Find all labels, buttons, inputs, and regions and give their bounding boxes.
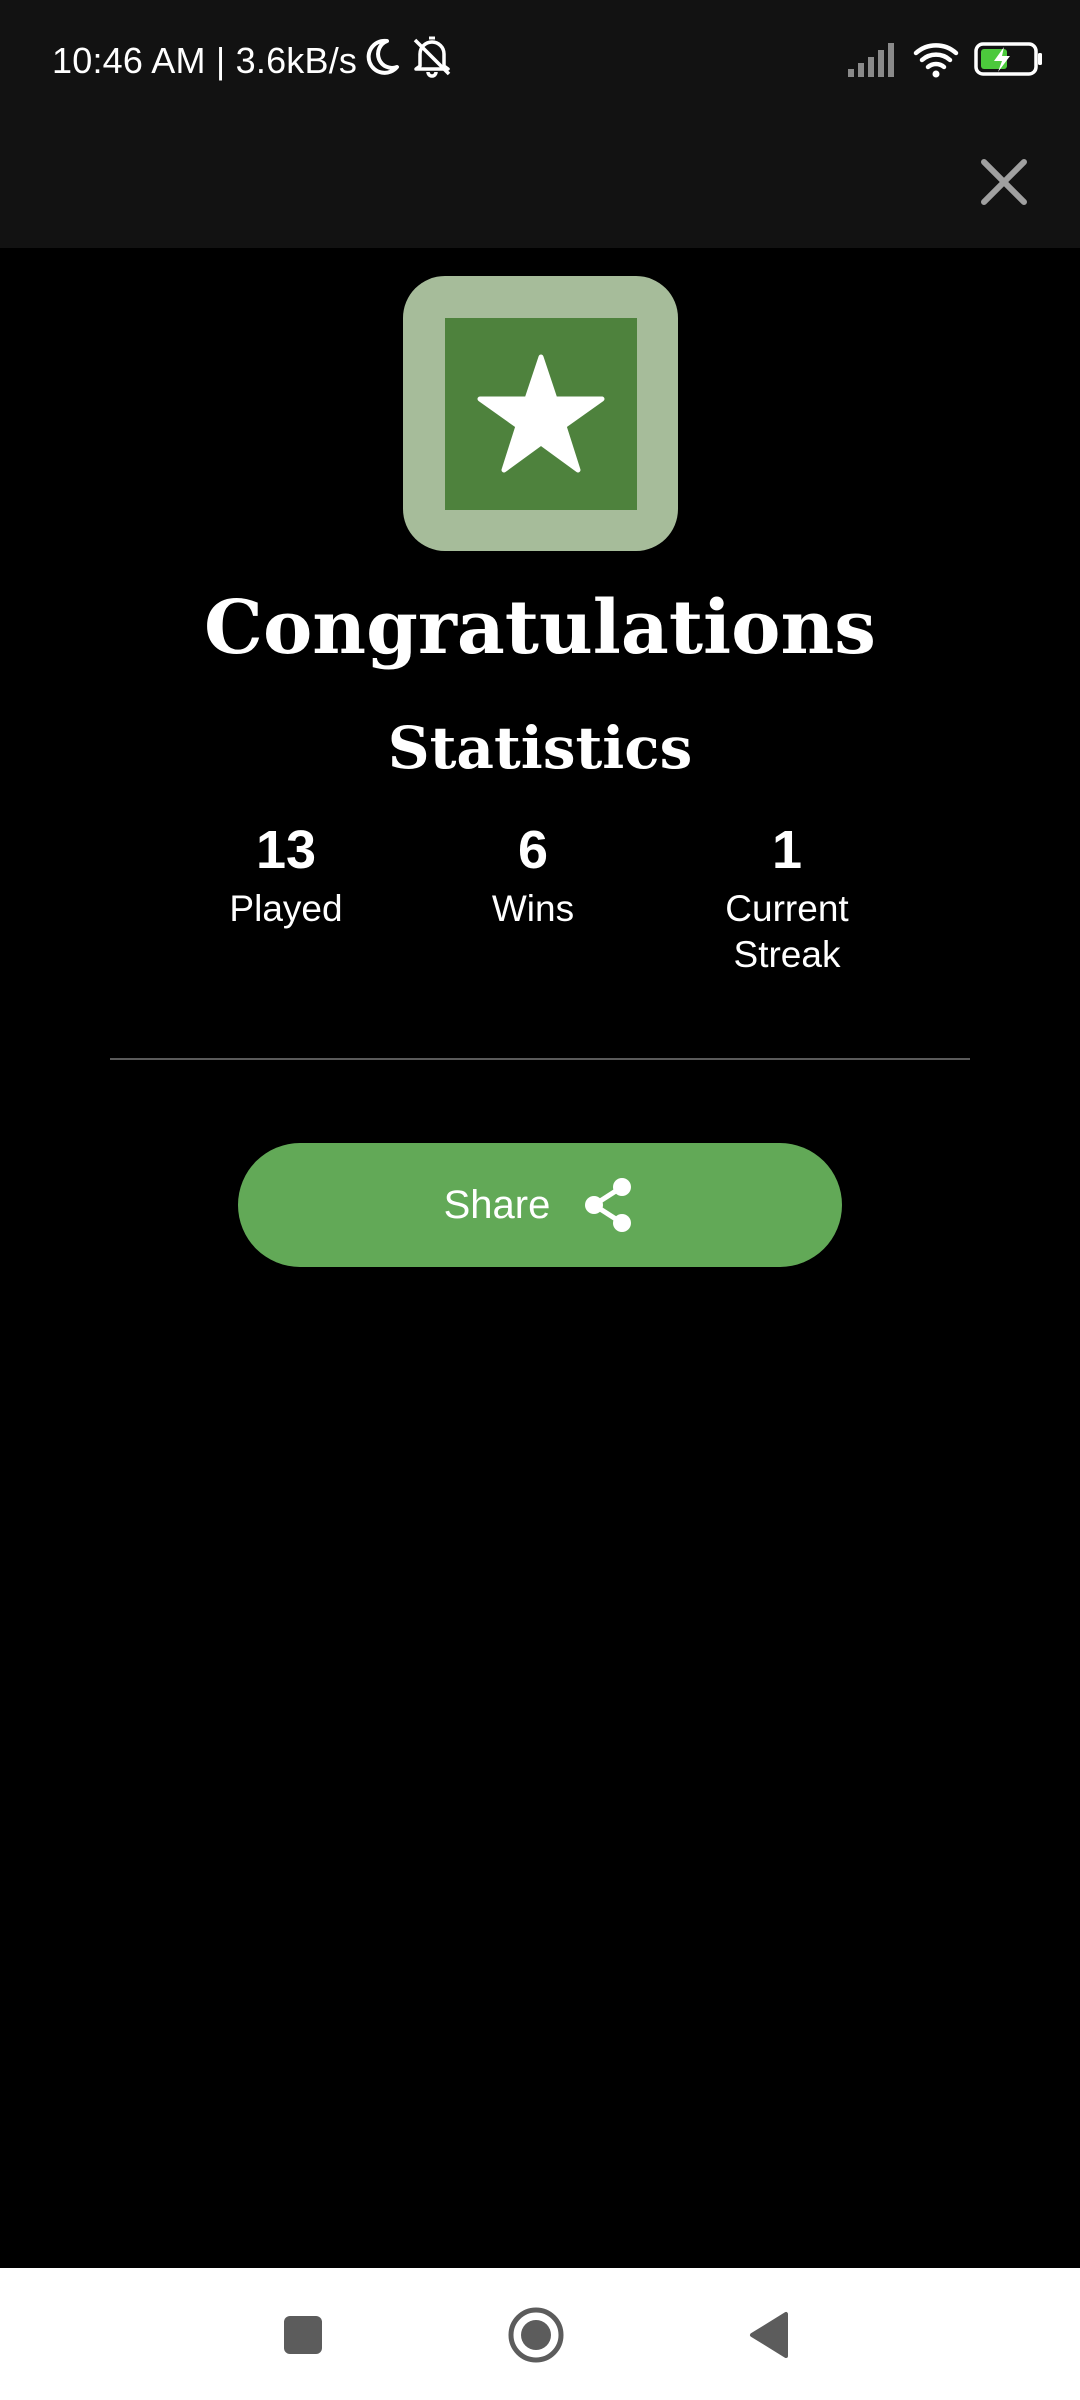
back-triangle-icon xyxy=(750,2312,788,2358)
home-circle-icon xyxy=(508,2307,564,2363)
star-icon xyxy=(477,354,604,472)
stats-row: 13 Played 6 Wins 1 Current Streak xyxy=(0,818,1080,988)
signal-icon xyxy=(846,41,898,81)
badge-inner xyxy=(444,317,637,510)
achievement-badge xyxy=(403,276,678,551)
stat-label: Wins xyxy=(491,888,575,929)
status-time-speed: 10:46 AM | 3.6kB/s xyxy=(52,40,358,81)
moon-icon xyxy=(357,37,401,86)
share-button-label: Share xyxy=(443,1182,551,1227)
stat-label: Current Streak xyxy=(725,888,849,975)
close-icon xyxy=(981,159,1027,205)
recents-button[interactable] xyxy=(258,2290,348,2380)
section-title: Statistics xyxy=(387,714,693,782)
back-button[interactable] xyxy=(724,2290,814,2380)
silent-bell-icon xyxy=(401,36,455,87)
status-right xyxy=(846,38,1044,84)
system-nav-bar xyxy=(0,2268,1080,2400)
stat-current-streak: 1 Current Streak xyxy=(676,818,898,978)
battery-charging-icon xyxy=(974,41,1044,81)
status-left: 10:46 AM | 3.6kB/s xyxy=(52,36,455,86)
share-button[interactable]: Share xyxy=(238,1143,842,1267)
stat-value: 1 xyxy=(771,820,803,880)
stat-value: 13 xyxy=(255,820,317,880)
status-bar: 10:46 AM | 3.6kB/s xyxy=(0,0,1080,122)
stats-dialog: Congratulations Statistics 13 Played 6 W… xyxy=(0,248,1080,2268)
recents-square-icon xyxy=(284,2316,322,2354)
stat-played: 13 Played xyxy=(176,818,396,932)
close-button[interactable] xyxy=(964,142,1044,222)
stat-value: 6 xyxy=(517,820,549,880)
app-bar xyxy=(0,122,1080,248)
share-icon xyxy=(585,1178,632,1232)
divider xyxy=(110,1058,970,1060)
wifi-icon xyxy=(912,39,960,83)
page-title: Congratulations xyxy=(204,585,876,671)
stat-label: Played xyxy=(229,888,343,929)
stat-wins: 6 Wins xyxy=(423,818,643,932)
home-button[interactable] xyxy=(491,2290,581,2380)
